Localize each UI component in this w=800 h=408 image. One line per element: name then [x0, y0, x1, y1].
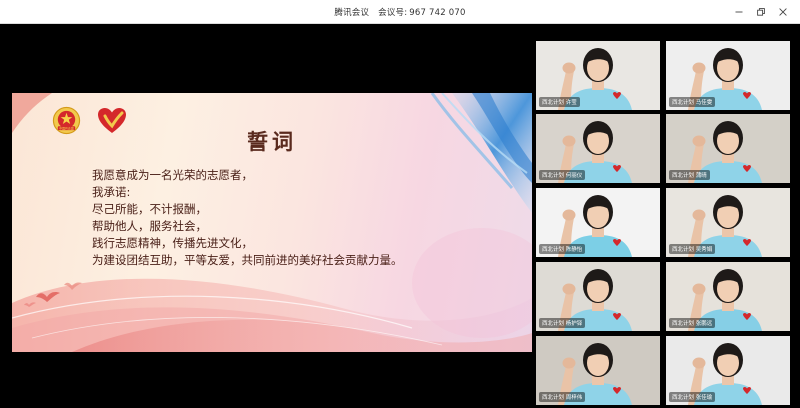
close-icon	[779, 8, 787, 16]
participant-video-tile[interactable]: 西北计划 马佳雯	[666, 41, 790, 110]
oath-line: 帮助他人，服务社会，	[92, 219, 207, 233]
window-controls	[728, 0, 794, 24]
participant-name-label: 西北计划 马佳雯	[669, 97, 716, 107]
minimize-icon	[735, 11, 743, 13]
participant-video-tile[interactable]: 西北计划 杨护铎	[536, 262, 660, 331]
window-title: 腾讯会议 会议号: 967 742 070	[334, 6, 465, 18]
participant-name-label: 西北计划 吴秀娟	[669, 244, 716, 254]
participant-name-label: 西北计划 陈静怡	[539, 244, 586, 254]
shared-screen-slide: 中国共青团 誓词 我愿意成为一名光荣的志愿者， 我承诺: 尽己所能，不计报酬， …	[12, 93, 532, 352]
participant-video-tile[interactable]: 西北计划 张佳瑜	[666, 336, 790, 405]
meeting-id: 967 742 070	[409, 7, 466, 18]
participant-video-tile[interactable]: 西北计划 许莹	[536, 41, 660, 110]
youth-league-emblem-icon: 中国共青团	[52, 106, 81, 135]
minimize-button[interactable]	[728, 0, 750, 24]
volunteer-heart-logo-icon	[98, 108, 126, 133]
svg-text:中国共青团: 中国共青团	[59, 125, 74, 130]
meeting-id-label: 会议号:	[378, 7, 408, 18]
participant-video-tile[interactable]: 西北计划 周梓伟	[536, 336, 660, 405]
app-name: 腾讯会议	[334, 7, 370, 18]
participant-name-label: 西北计划 许莹	[539, 97, 580, 107]
participant-video-tile[interactable]: 西北计划 何丽仪	[536, 114, 660, 183]
oath-line: 我愿意成为一名光荣的志愿者，	[92, 168, 253, 182]
restore-button[interactable]	[750, 0, 772, 24]
oath-line: 践行志愿精神，传播先进文化，	[92, 236, 253, 250]
participant-name-label: 西北计划 周梓伟	[539, 392, 586, 402]
title-bar: 腾讯会议 会议号: 967 742 070	[0, 0, 800, 24]
participant-name-label: 西北计划 何丽仪	[539, 170, 586, 180]
flying-birds-decoration-icon	[24, 282, 82, 307]
oath-text: 我愿意成为一名光荣的志愿者， 我承诺: 尽己所能，不计报酬， 帮助他人，服务社会…	[92, 167, 512, 269]
participant-video-tile[interactable]: 西北计划 蒲晴	[666, 114, 790, 183]
oath-line: 为建设团结互助，平等友爱，共同前进的美好社会贡献力量。	[92, 253, 403, 267]
restore-icon	[757, 8, 765, 16]
close-button[interactable]	[772, 0, 794, 24]
participant-name-label: 西北计划 杨护铎	[539, 318, 586, 328]
participant-name-label: 西北计划 蒲晴	[669, 170, 710, 180]
oath-line: 尽己所能，不计报酬，	[92, 202, 207, 216]
participant-name-label: 西北计划 张佳瑜	[669, 392, 716, 402]
participant-video-tile[interactable]: 西北计划 吴秀娟	[666, 188, 790, 257]
meeting-window: 腾讯会议 会议号: 967 742 070 中国共青团 誓词 我愿意成为一名光荣…	[0, 0, 800, 408]
slide-title: 誓词	[247, 129, 297, 154]
participant-name-label: 西北计划 张鹏远	[669, 318, 716, 328]
oath-line: 我承诺:	[92, 185, 131, 199]
participant-video-tile[interactable]: 西北计划 张鹏远	[666, 262, 790, 331]
participant-video-tile[interactable]: 西北计划 陈静怡	[536, 188, 660, 257]
